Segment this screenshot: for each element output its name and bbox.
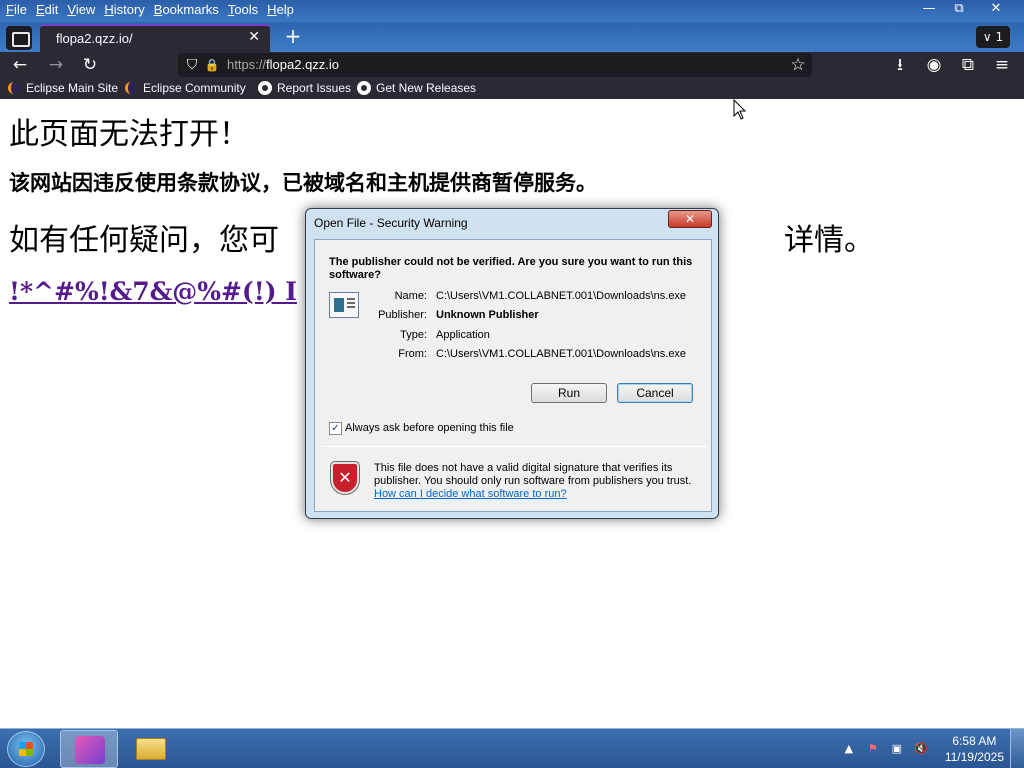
menu-file[interactable]: File [6, 2, 32, 17]
always-ask-label[interactable]: Always ask before opening this file [345, 422, 514, 434]
warning-text: This file does not have a valid digital … [374, 462, 692, 487]
bookmark-eclipse-community[interactable]: Eclipse Community [125, 81, 246, 95]
menu-bar: File Edit View History Bookmarks Tools H… [0, 0, 1024, 22]
back-icon[interactable]: ← [8, 54, 32, 76]
field-label: Publisher: [378, 309, 427, 321]
page-subheading: 该网站因违反使用条款协议，已被域名和主机提供商暂停服务。 [9, 170, 597, 195]
security-shield-icon: ✕ [331, 462, 359, 494]
url-scheme: https:// [227, 57, 267, 72]
bookmarks-toolbar: Eclipse Main Site Eclipse Community Repo… [0, 78, 1024, 99]
tab-title: flopa2.qzz.io/ [56, 31, 133, 46]
field-value: C:\Users\VM1.COLLABNET.001\Downloads\ns.… [436, 290, 687, 302]
download-icon[interactable]: ⭳ [888, 54, 912, 76]
bookmark-label: Eclipse Main Site [26, 81, 119, 95]
bookmark-get-new-releases[interactable]: Get New Releases [357, 81, 476, 95]
url-text[interactable]: https://flopa2.qzz.io [227, 57, 339, 72]
menu-history[interactable]: History [104, 2, 149, 17]
menu-help[interactable]: Help [267, 2, 299, 17]
url-bar[interactable]: ⛉ 🔒 https://flopa2.qzz.io ☆ [178, 53, 812, 77]
bookmark-label: Report Issues [277, 81, 352, 95]
field-label: Name: [394, 290, 427, 302]
dialog-close-button[interactable]: ✕ [668, 210, 712, 228]
url-host: flopa2.qzz.io [266, 57, 340, 72]
bookmark-label: Get New Releases [376, 81, 477, 95]
always-ask-checkbox[interactable]: ✓ [329, 422, 342, 435]
clock-time: 6:58 AM [952, 734, 997, 748]
forward-icon[interactable]: → [44, 54, 68, 76]
field-value: C:\Users\VM1.COLLABNET.001\Downloads\ns.… [436, 348, 687, 360]
app-menu-icon[interactable]: ≡ [990, 54, 1014, 76]
extensions-icon[interactable]: ⧉ [956, 54, 980, 76]
taskbar: ▲ ⚑ ▣ 🔇 6:58 AM 11/19/2025 [0, 728, 1024, 768]
dialog-divider [321, 446, 707, 447]
minimize-button[interactable]: — [914, 0, 944, 18]
dialog-body: The publisher could not be verified. Are… [314, 239, 712, 512]
taskbar-app-firefox[interactable] [60, 730, 118, 768]
menu-edit[interactable]: Edit [36, 2, 63, 17]
run-button[interactable]: Run [531, 383, 607, 403]
cancel-button[interactable]: Cancel [617, 383, 693, 403]
menu-items: File Edit View History Bookmarks Tools H… [6, 2, 303, 17]
system-tray: ▲ ⚑ ▣ 🔇 6:58 AM 11/19/2025 [841, 733, 1004, 765]
window-controls: — ⧉ ✕ [914, 0, 1018, 18]
dialog-title: Open File - Security Warning [314, 216, 468, 230]
security-warning-dialog: Open File - Security Warning ✕ The publi… [305, 208, 719, 519]
restore-button[interactable]: ⧉ [944, 0, 974, 18]
tray-arrow-icon[interactable]: ▲ [841, 741, 857, 757]
dialog-heading: The publisher could not be verified. Are… [329, 256, 693, 281]
menu-tools[interactable]: Tools [228, 2, 263, 17]
action-center-flag-icon[interactable]: ⚑ [865, 741, 881, 757]
window-close-button[interactable]: ✕ [974, 0, 1018, 18]
contact-line-left: 如有任何疑问，您可 [9, 223, 279, 258]
folder-icon [136, 738, 166, 760]
eclipse-icon [125, 82, 137, 94]
help-link[interactable]: How can I decide what software to run? [374, 488, 567, 500]
github-icon [357, 81, 371, 95]
contact-line-right: 详情。 [784, 223, 874, 258]
menu-bookmarks[interactable]: Bookmarks [154, 2, 224, 17]
menu-view[interactable]: View [67, 2, 100, 17]
browser-app-icon [75, 736, 105, 764]
bookmark-label: Eclipse Community [143, 81, 246, 95]
show-desktop-button[interactable] [1010, 729, 1024, 768]
field-value: Application [436, 329, 490, 341]
mouse-cursor-icon [733, 99, 747, 120]
bookmark-report-issues[interactable]: Report Issues [258, 81, 351, 95]
field-value: Unknown Publisher [436, 309, 539, 321]
github-icon [258, 81, 272, 95]
bookmark-star-icon[interactable]: ☆ [786, 54, 810, 76]
reload-icon[interactable]: ↻ [78, 54, 102, 76]
tab-bar: flopa2.qzz.io/ ✕ + ∨ 1 [0, 22, 1024, 52]
taskbar-app-explorer[interactable] [122, 730, 180, 768]
page-heading: 此页面无法打开！ [9, 117, 249, 152]
clock-date: 11/19/2025 [944, 750, 1004, 764]
tab-close-icon[interactable]: ✕ [248, 29, 260, 45]
field-label: From: [398, 348, 427, 360]
tab-active[interactable]: flopa2.qzz.io/ ✕ [40, 24, 270, 52]
start-button[interactable] [7, 731, 45, 767]
bookmark-eclipse-main[interactable]: Eclipse Main Site [8, 81, 118, 95]
lock-icon[interactable]: 🔒 [200, 54, 224, 76]
page-link[interactable]: !*^#%!&7&@%#(!) I [9, 277, 297, 306]
clock[interactable]: 6:58 AM 11/19/2025 [945, 733, 1004, 765]
firefox-view-icon[interactable] [6, 26, 32, 50]
volume-muted-icon[interactable]: 🔇 [913, 741, 929, 757]
account-icon[interactable]: ◉ [922, 54, 946, 76]
navigation-bar: ← → ↻ ⛉ 🔒 https://flopa2.qzz.io ☆ ⭳ ◉ ⧉ … [0, 52, 1024, 78]
new-tab-button[interactable]: + [282, 26, 304, 48]
network-icon[interactable]: ▣ [889, 741, 905, 757]
field-label: Type: [400, 329, 427, 341]
tab-count-button[interactable]: ∨ 1 [976, 26, 1010, 48]
eclipse-icon [8, 82, 20, 94]
application-file-icon [329, 292, 359, 318]
